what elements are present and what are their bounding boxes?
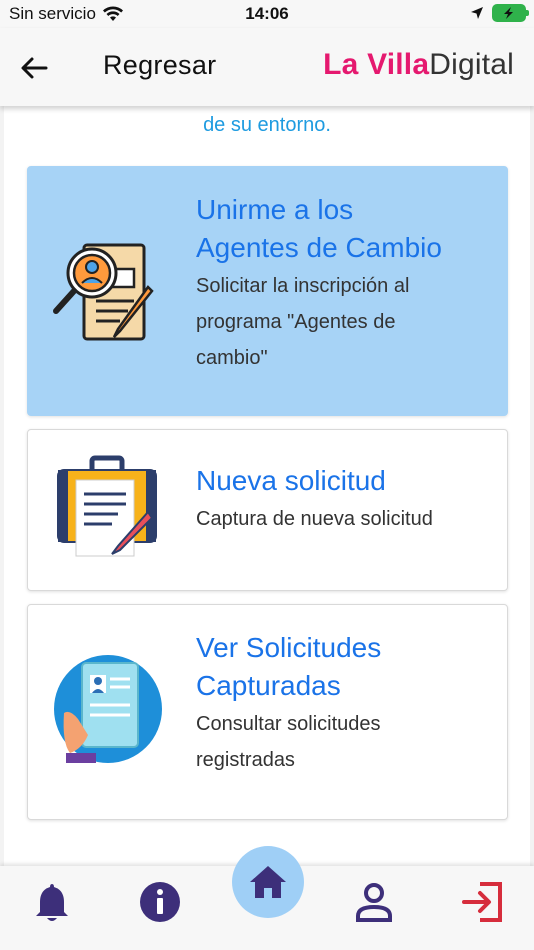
card-title: Agentes de Cambio (196, 232, 442, 263)
card-new-request[interactable]: Nueva solicitud Captura de nueva solicit… (27, 429, 508, 591)
app-header: Regresar La VillaDigital (0, 28, 534, 106)
location-arrow-icon (471, 7, 483, 19)
charging-bolt-icon (504, 7, 513, 19)
card-title: Capturadas (196, 670, 341, 701)
info-icon[interactable] (138, 880, 182, 924)
user-icon[interactable] (352, 880, 396, 924)
card-title: Nueva solicitud (196, 465, 386, 496)
card-join-agents-text: Unirme a los Agentes de Cambio Solicitar… (196, 191, 491, 375)
card-description: Captura de nueva solicitud (196, 508, 433, 530)
card-description: Consultar solicitudes (196, 713, 381, 735)
card-view-requests[interactable]: Ver Solicitudes Capturadas Consultar sol… (27, 604, 508, 820)
card-title: Unirme a los (196, 194, 354, 225)
status-icons (470, 4, 529, 22)
main-content[interactable]: de su entorno. Unirme a los Agentes de C… (0, 106, 534, 866)
card-title: Ver Solicitudes (196, 632, 382, 663)
back-label[interactable]: Regresar (103, 50, 216, 81)
magnifier-document-pencil-icon (53, 243, 154, 341)
card-description: cambio" (196, 347, 268, 369)
logout-icon[interactable] (460, 880, 504, 924)
logo-suffix: Digital (429, 48, 514, 81)
intro-text: de su entorno. (203, 114, 331, 136)
status-bar: Sin servicio 14:06 (0, 0, 534, 28)
card-description: programa "Agentes de (196, 311, 396, 333)
back-arrow-icon[interactable] (18, 52, 50, 84)
hand-id-card-icon (54, 655, 162, 763)
card-description: registradas (196, 749, 295, 771)
card-description: Solicitar la inscripción al (196, 275, 410, 297)
logo-brand: La Villa (323, 48, 430, 81)
app-logo: La VillaDigital (323, 48, 514, 82)
clock: 14:06 (245, 4, 289, 23)
card-join-agents[interactable]: Unirme a los Agentes de Cambio Solicitar… (27, 166, 508, 416)
battery-icon (492, 4, 529, 22)
bell-icon[interactable] (30, 880, 74, 924)
briefcase-document-pencil-icon (57, 455, 157, 557)
card-view-requests-text: Ver Solicitudes Capturadas Consultar sol… (196, 629, 491, 777)
home-button[interactable] (232, 846, 304, 918)
card-new-request-text: Nueva solicitud Captura de nueva solicit… (196, 462, 491, 536)
home-icon (250, 866, 286, 898)
